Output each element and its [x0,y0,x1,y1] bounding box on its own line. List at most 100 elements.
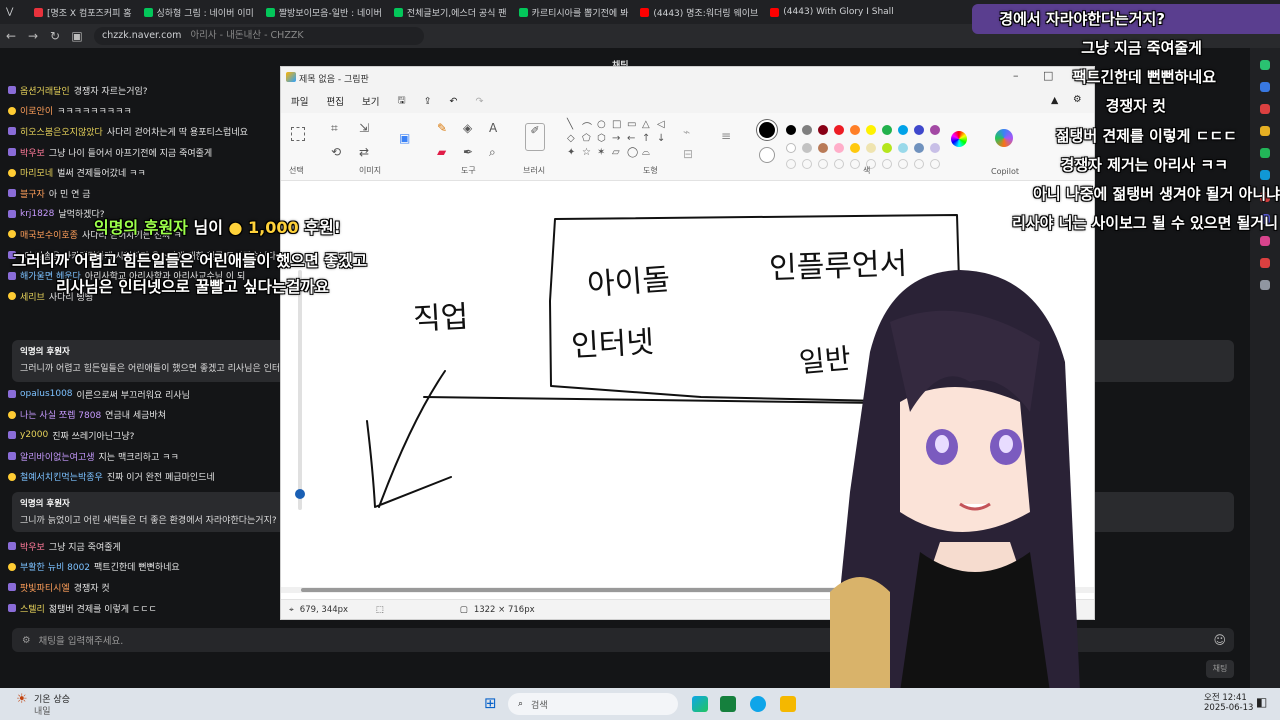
shape-icon[interactable]: → [612,133,620,144]
color-swatch[interactable] [882,125,892,135]
shape-icon[interactable]: ◁ [657,119,665,130]
fill-icon[interactable]: ◈ [463,121,472,135]
shape-icon[interactable]: ✶ [597,147,605,158]
color-swatch[interactable] [818,125,828,135]
color-swatch[interactable] [914,125,924,135]
extension-icon[interactable] [1260,60,1270,70]
shape-icon[interactable]: ⬠ [582,133,591,144]
browser-tab[interactable]: 카르티시아를 뽑기전에 봐 [513,0,635,24]
share-icon[interactable]: ⇪ [424,96,432,107]
save-icon[interactable]: 🖫 [397,93,405,109]
layers-icon[interactable]: ▲ [1051,95,1058,106]
color-swatch[interactable] [802,143,812,153]
shape-icon[interactable]: ✦ [567,147,575,158]
copilot-icon[interactable] [995,129,1013,147]
settings-icon[interactable]: ⚙ [1073,94,1082,105]
resize-icon[interactable]: ⇲ [359,121,369,135]
shape-icon[interactable]: △ [642,119,650,130]
color-swatch[interactable] [882,143,892,153]
color-swatch[interactable] [866,125,876,135]
extension-icon[interactable] [1260,126,1270,136]
flip-icon[interactable]: ⇄ [359,145,369,159]
custom-color-slot[interactable] [850,159,860,169]
color-swatch[interactable] [850,143,860,153]
file-explorer-icon[interactable] [780,696,796,712]
chat-nickname[interactable]: 부활한 뉴비 8002 [20,560,90,573]
chat-nickname[interactable]: 매국보수이호종 [20,228,78,241]
shape-icon[interactable]: ◇ [567,133,575,144]
chat-nickname[interactable]: 이로안이 [20,104,53,117]
reload-icon[interactable]: ↻ [44,29,66,43]
taskbar-search[interactable]: ⌕ 검색 [508,693,678,715]
color-swatch[interactable] [834,125,844,135]
app-icon[interactable] [750,696,766,712]
custom-color-slot[interactable] [898,159,908,169]
undo-icon[interactable]: ↶ [450,96,458,107]
menu-view[interactable]: 보기 [362,94,379,108]
edge-icon[interactable] [692,696,708,712]
shape-icon[interactable]: ↓ [657,133,665,144]
minimize-icon[interactable]: – [1013,69,1019,82]
extension-icon[interactable] [1260,104,1270,114]
forward-icon[interactable]: → [22,29,44,43]
color-swatch[interactable] [930,125,940,135]
browser-menu-icon[interactable]: ⋁ [0,0,28,24]
secondary-color[interactable] [759,147,775,163]
chat-nickname[interactable]: 옵션거래달인 [20,84,70,97]
scroll-thumb[interactable] [301,588,901,592]
notification-icon[interactable]: ◧ [1256,695,1267,709]
brush-icon[interactable]: ✐ [525,123,545,151]
shape-icon[interactable]: ← [627,133,635,144]
redo-icon[interactable]: ↷ [476,96,484,107]
browser-tab[interactable]: (4443) 명조:워더링 웨이브 [634,0,764,24]
extension-icon[interactable] [1260,280,1270,290]
primary-color[interactable] [757,120,777,140]
back-icon[interactable]: ← [0,29,22,43]
chat-nickname[interactable]: y2000 [20,430,48,440]
shape-icon[interactable]: ↑ [642,133,650,144]
select-icon[interactable] [291,127,305,141]
menu-file[interactable]: 파일 [291,94,308,108]
color-swatch[interactable] [834,143,844,153]
color-swatch[interactable] [786,143,796,153]
chat-nickname[interactable]: opalus1008 [20,389,73,399]
extension-icon[interactable] [1260,170,1270,180]
slider-knob[interactable] [295,489,305,499]
start-icon[interactable]: ⊞ [484,694,497,712]
shape-icon[interactable]: ▭ [627,119,636,130]
shape-icon[interactable]: ○ [597,119,606,130]
custom-color-slot[interactable] [930,159,940,169]
browser-tab[interactable]: [명조 X 컴포즈커피 홈 [28,0,138,24]
emoji-icon[interactable]: ☺ [1213,633,1226,647]
crop-icon[interactable]: ⌗ [331,121,338,136]
image-tools-icon[interactable]: ▣ [399,131,410,145]
app-icon[interactable] [720,696,736,712]
color-swatch[interactable] [802,125,812,135]
browser-tab[interactable]: 짤방보이모음-일반 : 네이버 [260,0,388,24]
custom-color-slot[interactable] [914,159,924,169]
color-swatch[interactable] [850,125,860,135]
chat-nickname[interactable]: 알리바이없는여고생 [20,450,95,463]
chat-nickname[interactable]: 철예서치킨먹는박종우 [20,470,103,483]
pencil-icon[interactable]: ✎ [437,121,447,135]
color-swatch[interactable] [866,143,876,153]
browser-tab[interactable]: (4443) With Glory I Shall R [764,0,896,24]
browser-tab[interactable]: 전체글보기,에스더 공식 팬 [388,0,513,24]
shape-icon[interactable]: ⌓ [642,147,650,158]
weather-icon[interactable]: ☀ [16,692,28,707]
chat-nickname[interactable]: 블구자 [20,187,45,200]
eraser-icon[interactable]: ▰ [437,145,446,159]
color-swatch[interactable] [898,143,908,153]
browser-tab[interactable]: 싱하형 그림 : 네이버 이미 [138,0,260,24]
brush-size-slider[interactable] [295,270,305,510]
maximize-icon[interactable]: □ [1043,69,1053,82]
extension-icon[interactable] [1260,148,1270,158]
chat-nickname[interactable]: 세리브 [20,290,45,303]
extension-icon[interactable] [1260,82,1270,92]
shape-icon[interactable]: ◯ [627,147,638,158]
stroke-size-icon[interactable]: ≡ [721,129,731,143]
custom-color-slot[interactable] [834,159,844,169]
emoji-settings-icon[interactable]: ⚙ [22,635,31,646]
custom-color-slot[interactable] [802,159,812,169]
custom-color-slot[interactable] [882,159,892,169]
